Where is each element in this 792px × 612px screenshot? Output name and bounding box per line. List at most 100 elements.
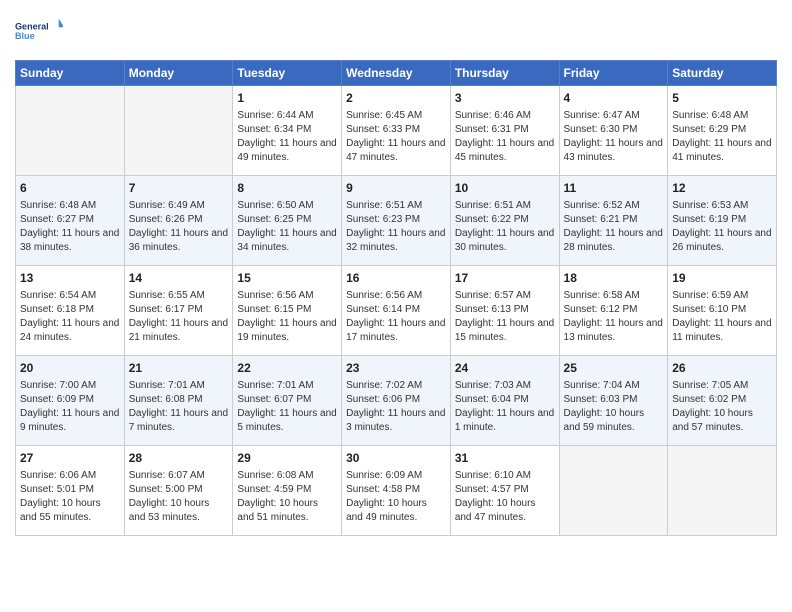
calendar-cell: 12 Sunrise: 6:53 AMSunset: 6:19 PMDayligh… bbox=[668, 176, 777, 266]
day-info: Sunrise: 7:04 AMSunset: 6:03 PMDaylight:… bbox=[564, 379, 664, 435]
day-number: 21 bbox=[129, 360, 229, 377]
calendar-cell: 28Sunrise: 6:07 AMSunset: 5:00 PMDayligh… bbox=[124, 446, 233, 536]
day-number: 16 bbox=[346, 270, 446, 287]
day-info: Sunrise: 6:56 AMSunset: 6:14 PMDaylight:… bbox=[346, 289, 446, 345]
day-info: Sunrise: 6:44 AMSunset: 6:34 PMDaylight:… bbox=[237, 109, 337, 165]
col-header-wednesday: Wednesday bbox=[342, 61, 451, 86]
calendar-cell: 10Sunrise: 6:51 AMSunset: 6:22 PMDayligh… bbox=[450, 176, 559, 266]
day-number: 4 bbox=[564, 90, 664, 107]
day-number: 10 bbox=[455, 180, 555, 197]
day-info: Sunrise: 6:55 AMSunset: 6:17 PMDaylight:… bbox=[129, 289, 229, 345]
calendar-cell: 18 Sunrise: 6:58 AMSunset: 6:12 PMDayligh… bbox=[559, 266, 668, 356]
day-number: 7 bbox=[129, 180, 229, 197]
calendar-cell: 2Sunrise: 6:45 AMSunset: 6:33 PMDaylight… bbox=[342, 86, 451, 176]
day-info: Sunrise: 6:56 AMSunset: 6:15 PMDaylight:… bbox=[237, 289, 337, 345]
day-info: Sunrise: 6:57 AMSunset: 6:13 PMDaylight:… bbox=[455, 289, 555, 345]
page-header: General Blue bbox=[15, 10, 777, 54]
day-number: 2 bbox=[346, 90, 446, 107]
calendar-header: SundayMondayTuesdayWednesdayThursdayFrid… bbox=[16, 61, 777, 86]
calendar-cell: 31 Sunrise: 6:10 AMSunset: 4:57 PMDayligh… bbox=[450, 446, 559, 536]
day-number: 26 bbox=[672, 360, 772, 377]
col-header-saturday: Saturday bbox=[668, 61, 777, 86]
calendar-cell: 26 Sunrise: 7:05 AMSunset: 6:02 PMDayligh… bbox=[668, 356, 777, 446]
calendar-cell: 25 Sunrise: 7:04 AMSunset: 6:03 PMDayligh… bbox=[559, 356, 668, 446]
day-number: 6 bbox=[20, 180, 120, 197]
calendar-week-4: 20 Sunrise: 7:00 AMSunset: 6:09 PMDayligh… bbox=[16, 356, 777, 446]
calendar-cell bbox=[668, 446, 777, 536]
calendar-cell: 29 Sunrise: 6:08 AMSunset: 4:59 PMDayligh… bbox=[233, 446, 342, 536]
calendar-week-1: 1 Sunrise: 6:44 AMSunset: 6:34 PMDaylight… bbox=[16, 86, 777, 176]
day-info: Sunrise: 7:02 AMSunset: 6:06 PMDaylight:… bbox=[346, 379, 446, 435]
day-number: 19 bbox=[672, 270, 772, 287]
day-number: 20 bbox=[20, 360, 120, 377]
calendar-cell: 16 Sunrise: 6:56 AMSunset: 6:14 PMDayligh… bbox=[342, 266, 451, 356]
col-header-friday: Friday bbox=[559, 61, 668, 86]
day-info: Sunrise: 6:10 AMSunset: 4:57 PMDaylight:… bbox=[455, 469, 555, 525]
calendar-cell: 7 Sunrise: 6:49 AMSunset: 6:26 PMDaylight… bbox=[124, 176, 233, 266]
day-number: 14 bbox=[129, 270, 229, 287]
day-number: 17 bbox=[455, 270, 555, 287]
col-header-thursday: Thursday bbox=[450, 61, 559, 86]
calendar-week-2: 6 Sunrise: 6:48 AMSunset: 6:27 PMDaylight… bbox=[16, 176, 777, 266]
day-number: 3 bbox=[455, 90, 555, 107]
calendar-cell bbox=[559, 446, 668, 536]
day-info: Sunrise: 6:08 AMSunset: 4:59 PMDaylight:… bbox=[237, 469, 337, 525]
day-number: 12 bbox=[672, 180, 772, 197]
day-number: 8 bbox=[237, 180, 337, 197]
calendar-cell: 17 Sunrise: 6:57 AMSunset: 6:13 PMDayligh… bbox=[450, 266, 559, 356]
day-info: Sunrise: 6:51 AMSunset: 6:23 PMDaylight:… bbox=[346, 199, 446, 255]
calendar-cell: 13Sunrise: 6:54 AMSunset: 6:18 PMDayligh… bbox=[16, 266, 125, 356]
day-number: 18 bbox=[564, 270, 664, 287]
calendar-cell: 5Sunrise: 6:48 AMSunset: 6:29 PMDaylight… bbox=[668, 86, 777, 176]
day-number: 11 bbox=[564, 180, 664, 197]
day-info: Sunrise: 6:52 AMSunset: 6:21 PMDaylight:… bbox=[564, 199, 664, 255]
day-number: 30 bbox=[346, 450, 446, 467]
day-info: Sunrise: 7:05 AMSunset: 6:02 PMDaylight:… bbox=[672, 379, 772, 435]
day-number: 27 bbox=[20, 450, 120, 467]
day-number: 24 bbox=[455, 360, 555, 377]
calendar-table: SundayMondayTuesdayWednesdayThursdayFrid… bbox=[15, 60, 777, 536]
calendar-cell: 21 Sunrise: 7:01 AMSunset: 6:08 PMDayligh… bbox=[124, 356, 233, 446]
day-number: 1 bbox=[237, 90, 337, 107]
day-info: Sunrise: 6:48 AMSunset: 6:27 PMDaylight:… bbox=[20, 199, 120, 255]
calendar-cell: 1 Sunrise: 6:44 AMSunset: 6:34 PMDaylight… bbox=[233, 86, 342, 176]
calendar-cell: 8Sunrise: 6:50 AMSunset: 6:25 PMDaylight… bbox=[233, 176, 342, 266]
day-number: 22 bbox=[237, 360, 337, 377]
calendar-cell: 23Sunrise: 7:02 AMSunset: 6:06 PMDayligh… bbox=[342, 356, 451, 446]
calendar-week-5: 27 Sunrise: 6:06 AMSunset: 5:01 PMDayligh… bbox=[16, 446, 777, 536]
day-info: Sunrise: 6:58 AMSunset: 6:12 PMDaylight:… bbox=[564, 289, 664, 345]
calendar-cell: 19 Sunrise: 6:59 AMSunset: 6:10 PMDayligh… bbox=[668, 266, 777, 356]
day-info: Sunrise: 6:53 AMSunset: 6:19 PMDaylight:… bbox=[672, 199, 772, 255]
calendar-cell: 20 Sunrise: 7:00 AMSunset: 6:09 PMDayligh… bbox=[16, 356, 125, 446]
day-number: 15 bbox=[237, 270, 337, 287]
col-header-monday: Monday bbox=[124, 61, 233, 86]
calendar-cell: 4 Sunrise: 6:47 AMSunset: 6:30 PMDaylight… bbox=[559, 86, 668, 176]
day-number: 5 bbox=[672, 90, 772, 107]
calendar-cell: 30 Sunrise: 6:09 AMSunset: 4:58 PMDayligh… bbox=[342, 446, 451, 536]
day-info: Sunrise: 6:47 AMSunset: 6:30 PMDaylight:… bbox=[564, 109, 664, 165]
day-info: Sunrise: 6:09 AMSunset: 4:58 PMDaylight:… bbox=[346, 469, 446, 525]
day-number: 25 bbox=[564, 360, 664, 377]
day-info: Sunrise: 7:00 AMSunset: 6:09 PMDaylight:… bbox=[20, 379, 120, 435]
day-info: Sunrise: 7:01 AMSunset: 6:08 PMDaylight:… bbox=[129, 379, 229, 435]
day-number: 29 bbox=[237, 450, 337, 467]
day-info: Sunrise: 6:59 AMSunset: 6:10 PMDaylight:… bbox=[672, 289, 772, 345]
calendar-cell: 22 Sunrise: 7:01 AMSunset: 6:07 PMDayligh… bbox=[233, 356, 342, 446]
day-info: Sunrise: 7:01 AMSunset: 6:07 PMDaylight:… bbox=[237, 379, 337, 435]
svg-text:Blue: Blue bbox=[15, 31, 35, 41]
day-info: Sunrise: 6:06 AMSunset: 5:01 PMDaylight:… bbox=[20, 469, 120, 525]
col-header-tuesday: Tuesday bbox=[233, 61, 342, 86]
calendar-cell bbox=[124, 86, 233, 176]
calendar-cell: 15 Sunrise: 6:56 AMSunset: 6:15 PMDayligh… bbox=[233, 266, 342, 356]
day-info: Sunrise: 6:49 AMSunset: 6:26 PMDaylight:… bbox=[129, 199, 229, 255]
calendar-cell: 9 Sunrise: 6:51 AMSunset: 6:23 PMDaylight… bbox=[342, 176, 451, 266]
calendar-cell: 3Sunrise: 6:46 AMSunset: 6:31 PMDaylight… bbox=[450, 86, 559, 176]
calendar-week-3: 13Sunrise: 6:54 AMSunset: 6:18 PMDayligh… bbox=[16, 266, 777, 356]
calendar-cell: 27 Sunrise: 6:06 AMSunset: 5:01 PMDayligh… bbox=[16, 446, 125, 536]
calendar-cell: 14 Sunrise: 6:55 AMSunset: 6:17 PMDayligh… bbox=[124, 266, 233, 356]
day-number: 31 bbox=[455, 450, 555, 467]
calendar-cell bbox=[16, 86, 125, 176]
calendar-cell: 11 Sunrise: 6:52 AMSunset: 6:21 PMDayligh… bbox=[559, 176, 668, 266]
day-number: 9 bbox=[346, 180, 446, 197]
logo: General Blue bbox=[15, 10, 63, 54]
